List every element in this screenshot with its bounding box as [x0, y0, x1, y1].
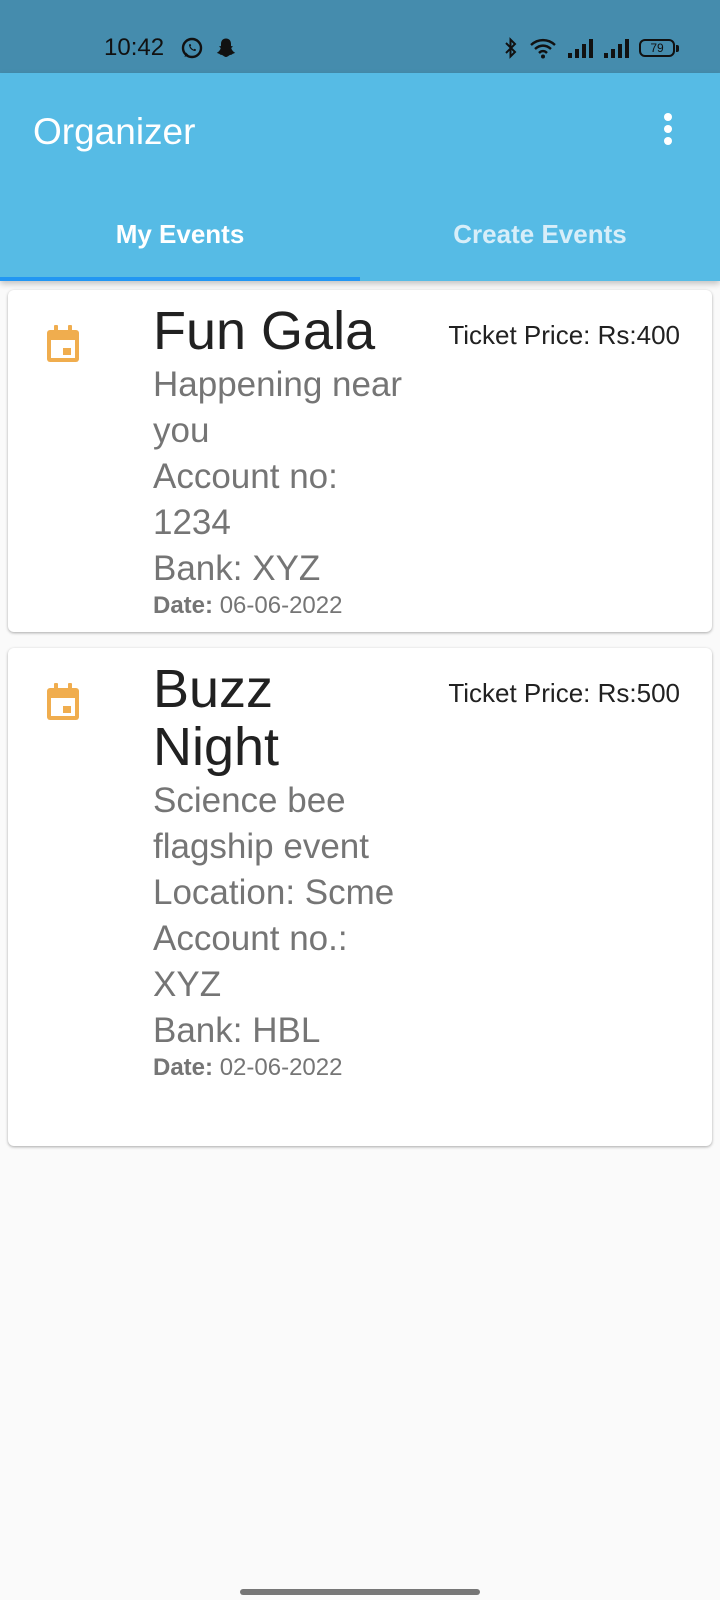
battery-icon: 79	[639, 39, 679, 57]
app-title: Organizer	[33, 111, 196, 152]
calendar-icon	[45, 682, 81, 722]
tab-label: Create Events	[453, 218, 627, 249]
bluetooth-icon	[503, 37, 519, 59]
event-price: Ticket Price: Rs:400	[448, 320, 680, 350]
snapchat-icon	[214, 36, 238, 60]
tab-create-events[interactable]: Create Events	[360, 193, 720, 281]
event-description: Happening near you Account no: 1234 Bank…	[153, 365, 403, 588]
event-date: Date: 02-06-2022	[153, 1054, 408, 1082]
status-time: 10:42	[104, 34, 165, 61]
event-price: Ticket Price: Rs:500	[448, 678, 680, 708]
event-date-value: 02-06-2022	[219, 1054, 343, 1081]
event-date-label: Date:	[153, 1054, 214, 1081]
event-list: Fun Gala Happening near you Account no: …	[8, 290, 712, 1162]
status-icons: 79	[503, 36, 679, 60]
tab-label: My Events	[115, 218, 245, 249]
app-bar: Organizer My Events Create Events	[0, 73, 720, 281]
home-indicator[interactable]	[240, 1589, 480, 1595]
tab-indicator	[0, 277, 360, 281]
wifi-icon	[529, 37, 557, 59]
tab-my-events[interactable]: My Events	[0, 193, 360, 281]
event-title: Buzz Night	[153, 659, 280, 777]
calendar-icon	[45, 324, 81, 364]
event-body: Buzz Night Science bee flagship event Lo…	[153, 660, 408, 1082]
event-date: Date: 06-06-2022	[153, 592, 408, 620]
whatsapp-icon	[180, 36, 204, 60]
signal-icon	[603, 37, 629, 59]
event-body: Fun Gala Happening near you Account no: …	[153, 302, 408, 620]
more-vert-icon[interactable]	[656, 109, 680, 149]
event-description: Science bee flagship event Location: Scm…	[153, 781, 395, 1050]
event-date-value: 06-06-2022	[219, 592, 343, 619]
event-card[interactable]: Buzz Night Science bee flagship event Lo…	[8, 648, 712, 1146]
event-card[interactable]: Fun Gala Happening near you Account no: …	[8, 290, 712, 632]
event-date-label: Date:	[153, 592, 214, 619]
tab-bar: My Events Create Events	[0, 193, 720, 281]
status-bar: 10:42 79	[0, 0, 720, 73]
event-title: Fun Gala	[153, 301, 376, 361]
signal-icon	[567, 37, 593, 59]
